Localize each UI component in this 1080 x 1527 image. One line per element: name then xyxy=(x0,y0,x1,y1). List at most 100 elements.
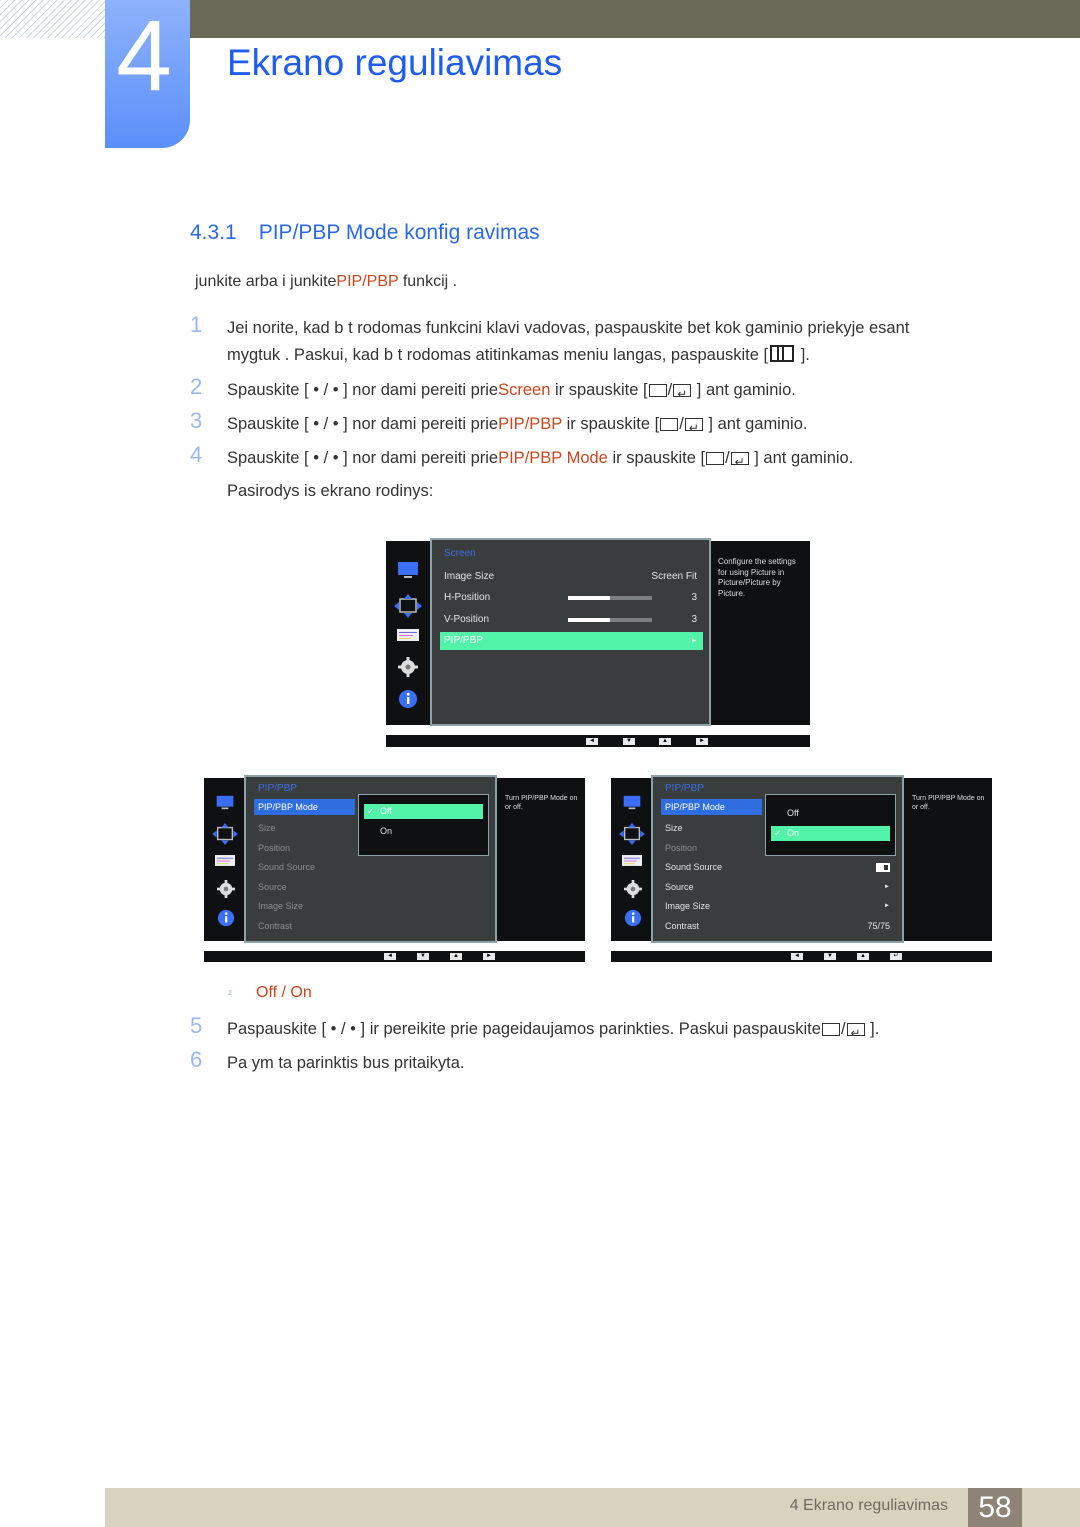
left-key-icon: ◄ xyxy=(586,738,598,745)
enter-key-icon xyxy=(684,414,703,442)
row-value: 3 xyxy=(691,614,697,625)
option-on[interactable]: On xyxy=(364,824,483,839)
step-number: 2 xyxy=(190,374,203,399)
info-icon xyxy=(217,909,235,927)
header-bar xyxy=(190,0,1080,38)
osd-row-contrast[interactable]: Contrast xyxy=(254,917,489,935)
row-label: PIP/PBP Mode xyxy=(258,802,318,812)
info-icon xyxy=(399,690,417,708)
row-label: Size xyxy=(258,823,276,833)
up-key-icon: ▲ xyxy=(659,738,671,745)
option-off-label: Off xyxy=(256,984,278,1001)
step-text: Spauskite [ • / • ] nor dami pereiti pri… xyxy=(227,381,499,399)
option-label: On xyxy=(787,828,800,838)
step-text: ir spauskite [ xyxy=(550,381,648,399)
osd-row-h-position[interactable]: H-Position 3 xyxy=(440,589,703,607)
osd-menu-panel: PIP/PBP PIP/PBP Mode Size Position Sound… xyxy=(651,775,904,943)
left-key-icon: ◄ xyxy=(791,953,803,960)
down-key-icon: ▼ xyxy=(623,738,635,745)
sound-source-icon xyxy=(876,863,890,872)
osd-row-source[interactable]: Source xyxy=(254,878,489,896)
osd-screen-menu: Screen Image Size Screen Fit H-Position 3 … xyxy=(386,538,810,726)
page-footer: 4 Ekrano reguliavimas 58 xyxy=(105,1488,1080,1527)
osd-menu-header: PIP/PBP xyxy=(665,783,704,794)
osd-row-source[interactable]: Source ► xyxy=(661,878,896,896)
option-off[interactable]: Off xyxy=(771,806,890,821)
step-text: ir spauskite [ xyxy=(607,449,706,467)
h-position-slider[interactable] xyxy=(568,596,652,600)
v-position-slider[interactable] xyxy=(568,618,652,622)
intro-highlight: PIP/PBP xyxy=(336,273,399,290)
header-hatch-pattern xyxy=(0,0,106,38)
osd-row-image-size[interactable]: Image Size Screen Fit xyxy=(440,568,703,586)
monitor-icon xyxy=(398,562,418,578)
enter-key-icon xyxy=(673,380,692,408)
chevron-right-icon: ► xyxy=(691,638,697,644)
osd-row-v-position[interactable]: V-Position 3 xyxy=(440,611,703,629)
step-highlight: PIP/PBP Mode xyxy=(498,449,608,467)
step-number: 5 xyxy=(190,1013,203,1038)
enter-key-icon: ↵ xyxy=(890,953,902,960)
step-text: Pasirodys is ekrano rodinys: xyxy=(227,482,434,500)
row-label: PIP/PBP Mode xyxy=(665,802,725,812)
screen-position-icon xyxy=(619,823,645,845)
osd-row-sound-source[interactable]: Sound Source xyxy=(661,858,896,876)
chapter-title: Ekrano reguliavimas xyxy=(227,42,563,83)
osd-sidebar xyxy=(611,778,655,941)
menu-key-icon xyxy=(770,345,795,362)
row-label: Position xyxy=(665,843,698,853)
source-key-icon xyxy=(660,418,679,431)
gear-icon xyxy=(624,880,642,898)
step-text: ] ant gaminio. xyxy=(749,449,854,467)
option-on-label: On xyxy=(290,984,312,1001)
row-label: Size xyxy=(665,823,683,833)
pip-mode-popup: Off ✓ On xyxy=(765,794,896,856)
row-label: H-Position xyxy=(444,592,491,603)
osd-row-image-size[interactable]: Image Size ► xyxy=(661,897,896,915)
step-text: ] ant gaminio. xyxy=(692,381,796,399)
enter-key-icon xyxy=(730,448,749,476)
monitor-icon xyxy=(216,795,234,810)
row-label: Sound Source xyxy=(665,862,723,872)
bullet-icon: z xyxy=(228,988,232,998)
pip-mode-popup: ✓ Off On xyxy=(358,794,489,856)
step-text: ] ant gaminio. xyxy=(703,415,808,433)
option-on[interactable]: ✓ On xyxy=(771,826,890,841)
osd-sidebar xyxy=(386,541,430,725)
step-number: 1 xyxy=(190,312,203,337)
row-label: Contrast xyxy=(665,921,700,931)
row-value: 75/75 xyxy=(867,921,890,931)
intro-before: junkite arba i junkite xyxy=(195,273,337,290)
info-icon xyxy=(624,909,642,927)
option-label: Off xyxy=(787,808,799,818)
osd-menu-header: PIP/PBP xyxy=(258,783,297,794)
osd-row-pip-pbp-mode[interactable]: PIP/PBP Mode xyxy=(254,799,355,815)
osd-row-pip-pbp[interactable]: PIP/PBP ► xyxy=(440,632,703,650)
osd-key-guide: ◄ ▼ ▲ ► xyxy=(204,951,585,962)
osd-row-sound-source[interactable]: Sound Source xyxy=(254,858,489,876)
right-key-icon: ► xyxy=(483,953,495,960)
up-key-icon: ▲ xyxy=(857,953,869,960)
down-key-icon: ▼ xyxy=(824,953,836,960)
slider-fill xyxy=(568,618,610,622)
option-off[interactable]: ✓ Off xyxy=(364,804,483,819)
osd-help-text: Turn PIP/PBP Mode on or off. xyxy=(912,795,985,811)
step-highlight: PIP/PBP xyxy=(498,415,562,433)
osd-menu-panel: PIP/PBP PIP/PBP Mode Size Position Sound… xyxy=(244,775,497,943)
osd-row-pip-pbp-mode[interactable]: PIP/PBP Mode xyxy=(661,799,762,815)
check-icon: ✓ xyxy=(774,828,782,838)
row-label: Position xyxy=(258,843,291,853)
section-title: 4.3.1 PIP/PBP Mode konfig ravimas xyxy=(190,221,540,245)
step-text: ]. xyxy=(865,1020,880,1038)
osd-row-image-size[interactable]: Image Size xyxy=(254,897,489,915)
osd-menu-panel: Screen Image Size Screen Fit H-Position 3 … xyxy=(430,538,711,726)
row-label: Image Size xyxy=(665,901,711,911)
step-text: mygtuk . Paskui, kad b t rodomas atitink… xyxy=(227,346,769,364)
picture-settings-icon xyxy=(622,855,642,866)
osd-row-contrast[interactable]: Contrast 75/75 xyxy=(661,917,896,935)
row-label: Contrast xyxy=(258,921,293,931)
slider-fill xyxy=(568,596,610,600)
options-bullet: z Off / On xyxy=(228,984,312,1002)
step-text: Spauskite [ • / • ] nor dami pereiti pri… xyxy=(227,449,499,467)
row-label: Source xyxy=(665,882,694,892)
